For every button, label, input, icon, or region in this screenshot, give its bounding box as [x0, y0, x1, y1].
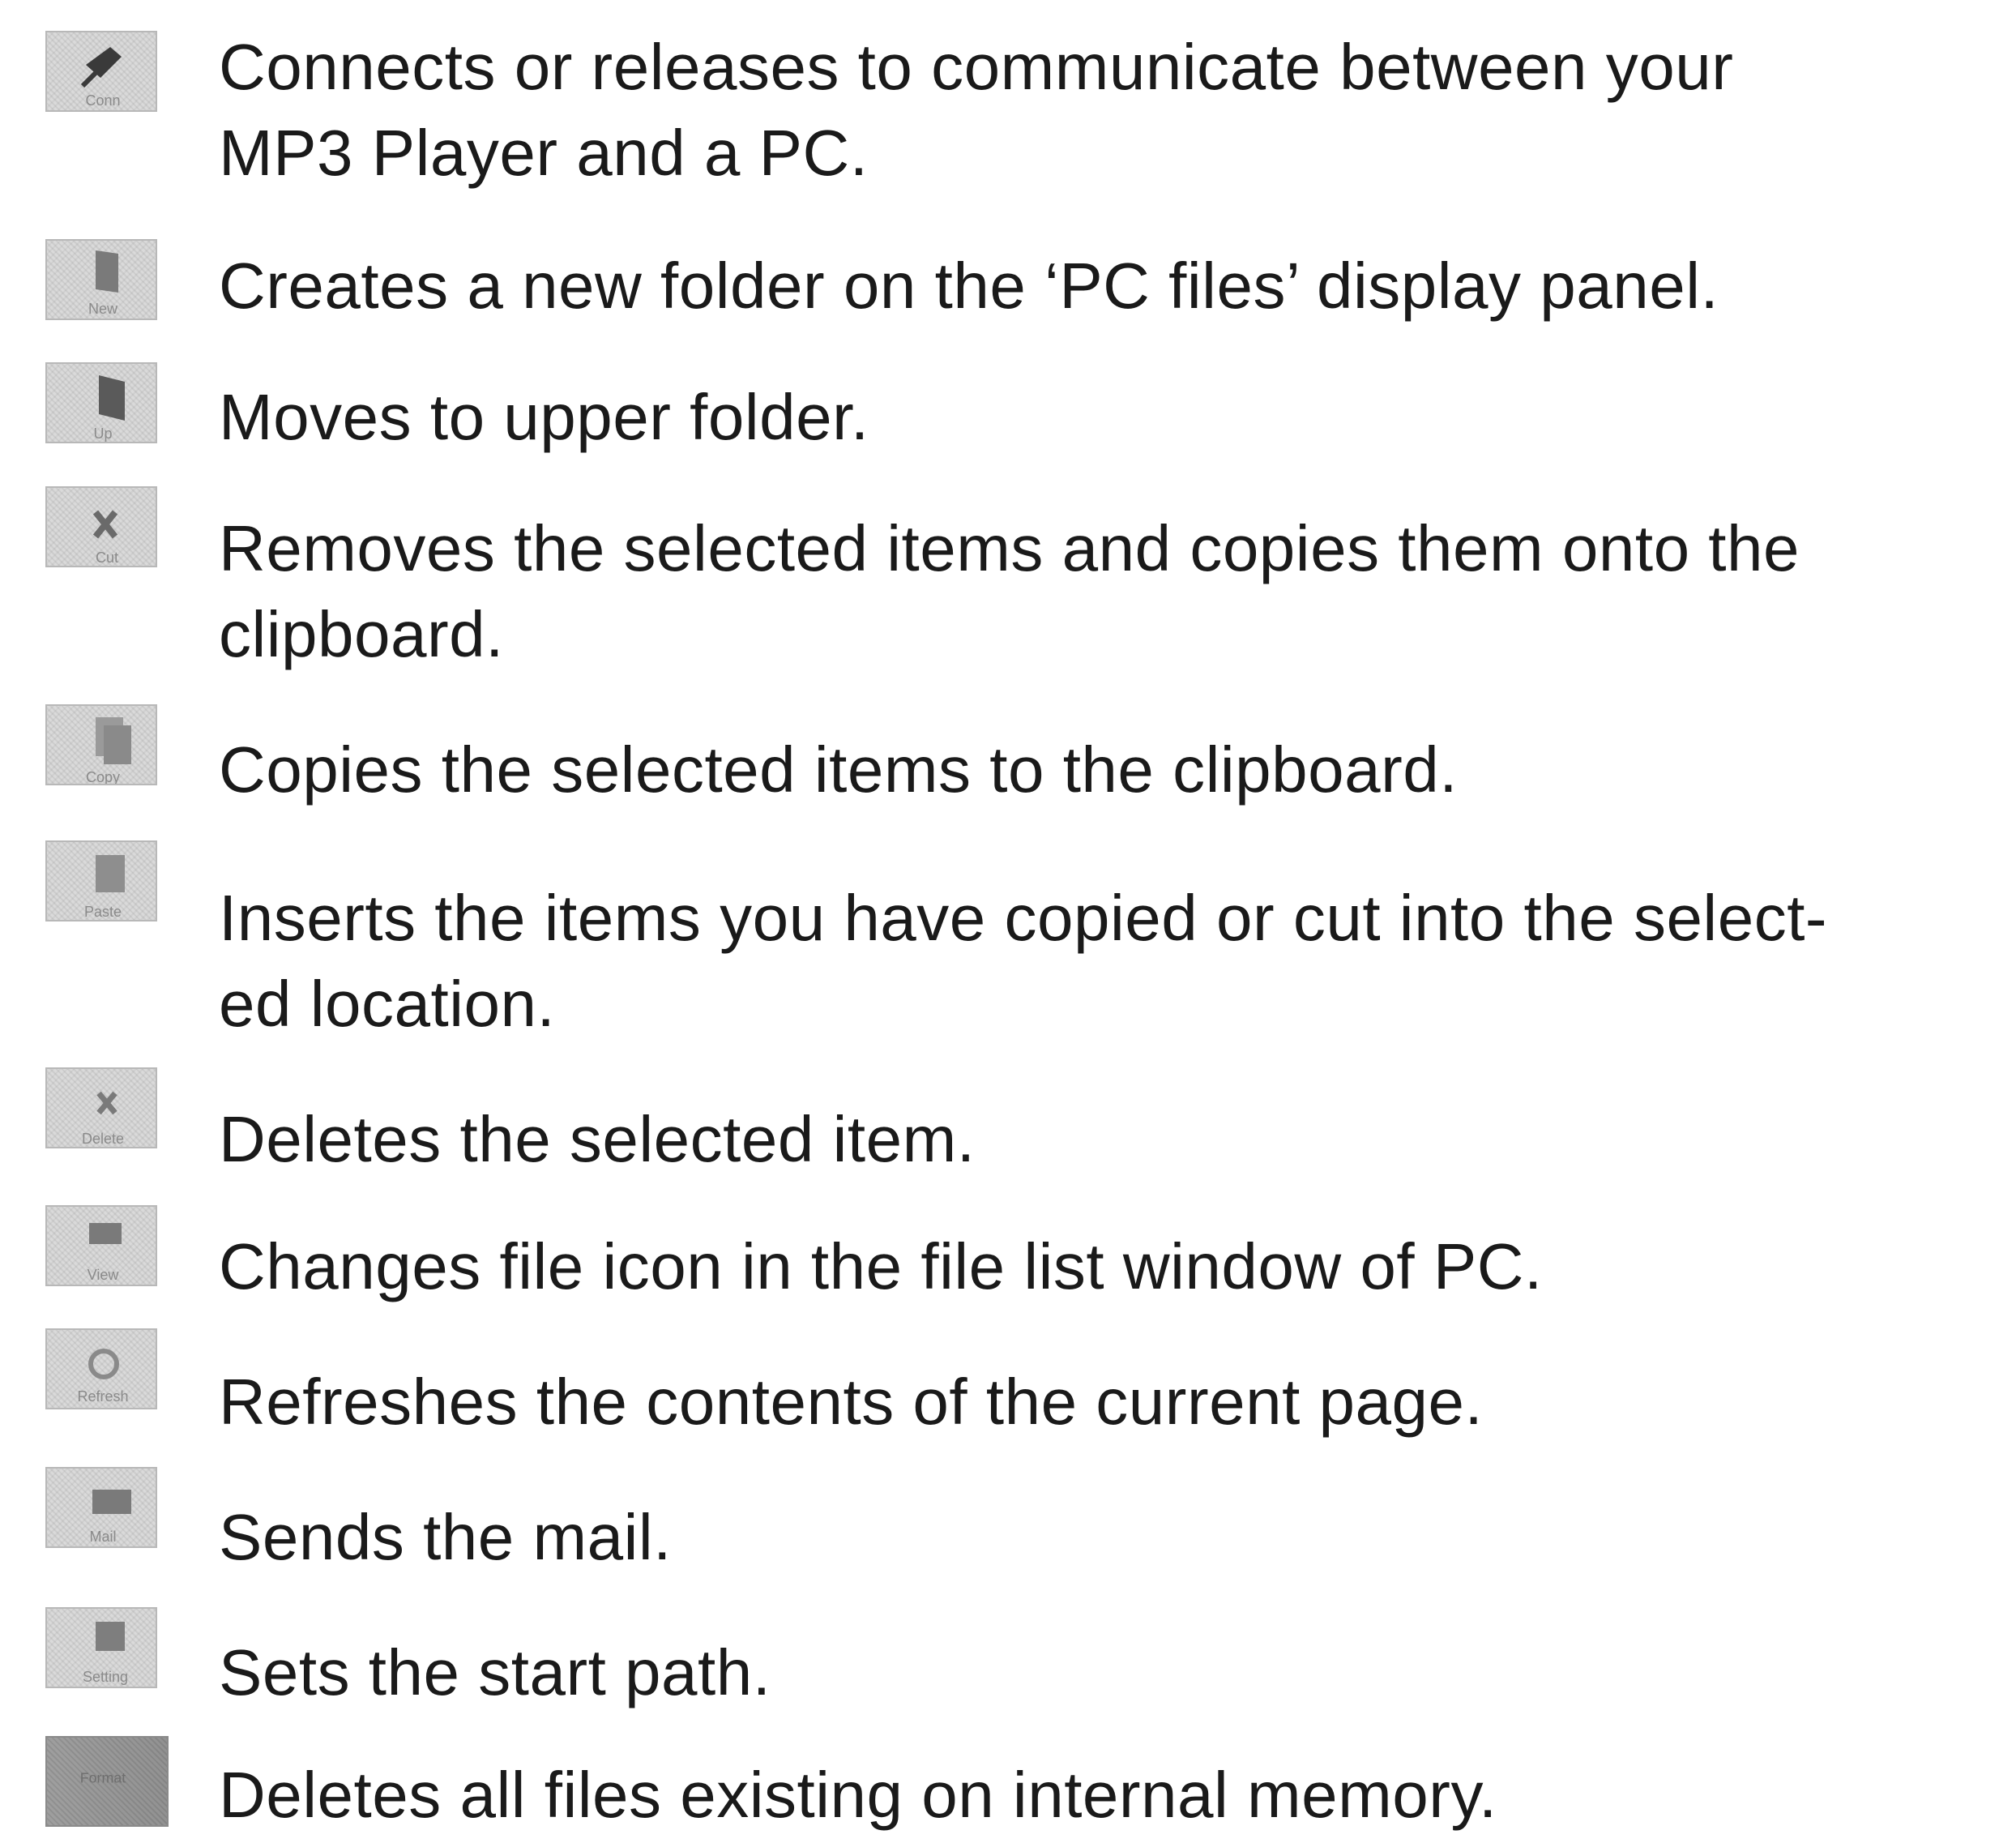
legend-text-new-folder: Creates a new folder on the ‘PC files’ d…	[219, 250, 1719, 322]
legend-text-connect: Connects or releases to communicate betw…	[219, 31, 1734, 189]
refresh-icon: Refresh	[45, 1328, 157, 1409]
legend-text-mail: Sends the mail.	[219, 1501, 672, 1573]
legend-text-copy: Copies the selected items to the clipboa…	[219, 733, 1458, 806]
svg-text:Paste: Paste	[84, 904, 122, 920]
legend-text-setting: Sets the start path.	[219, 1636, 771, 1708]
svg-text:Setting: Setting	[83, 1669, 128, 1685]
new-folder-icon: New	[45, 239, 157, 320]
view-icon: View	[45, 1205, 157, 1286]
svg-text:Refresh: Refresh	[77, 1388, 128, 1405]
svg-text:Cut: Cut	[96, 549, 118, 566]
upper-folder-icon: Up	[45, 362, 157, 443]
legend-text-view: Changes file icon in the file list windo…	[219, 1230, 1543, 1302]
svg-text:Delete: Delete	[82, 1131, 124, 1147]
legend-text-upper-folder: Moves to upper folder.	[219, 381, 869, 453]
legend-text-refresh: Refreshes the contents of the current pa…	[219, 1366, 1484, 1438]
paste-icon: Paste	[45, 840, 157, 922]
svg-text:Conn: Conn	[85, 92, 120, 109]
svg-text:Copy: Copy	[86, 769, 120, 785]
format-icon: Format	[45, 1736, 169, 1827]
svg-text:Up: Up	[93, 425, 112, 442]
cut-icon: Cut	[45, 486, 157, 567]
legend-text-paste: Inserts the items you have copied or cut…	[219, 882, 1828, 1040]
svg-text:Mail: Mail	[89, 1529, 116, 1545]
delete-icon: Delete	[45, 1067, 157, 1148]
svg-text:Format: Format	[80, 1769, 126, 1785]
legend-text-delete: Deletes the selected item.	[219, 1103, 976, 1175]
svg-text:New: New	[88, 301, 118, 317]
copy-icon: Copy	[45, 704, 157, 785]
legend-text-cut: Removes the selected items and copies th…	[219, 512, 1800, 670]
mail-icon: Mail	[45, 1467, 157, 1548]
toolbar-legend-page: Conn Connects or releases to communicate…	[0, 0, 2016, 1843]
svg-text:View: View	[88, 1267, 120, 1283]
setting-icon: Setting	[45, 1607, 157, 1688]
connect-icon: Conn	[45, 31, 157, 112]
legend-text-format: Deletes all files existing on internal m…	[219, 1759, 1497, 1831]
